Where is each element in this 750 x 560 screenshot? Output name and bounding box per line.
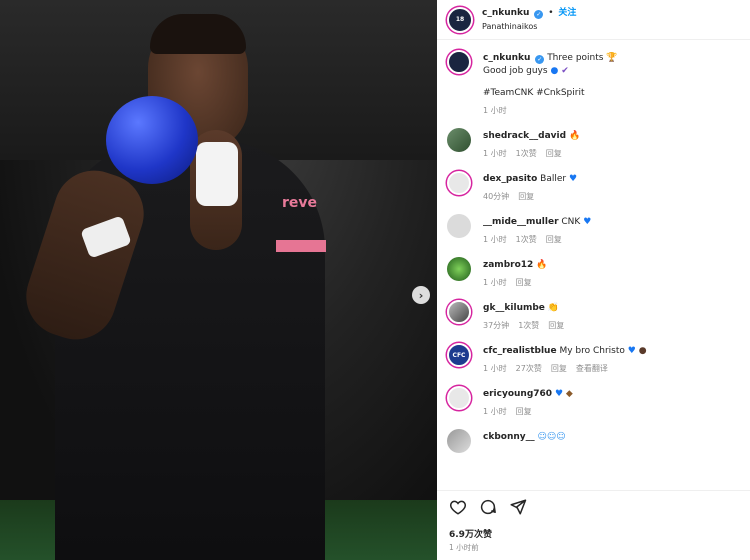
reply-button[interactable]: 回复	[548, 321, 564, 330]
commenter-avatar[interactable]	[447, 257, 471, 281]
commenter-username[interactable]: ericyoung760	[483, 389, 552, 399]
instagram-post-viewer: reve › 18 c_nkunku ✓ • 关注 Panathinaikos	[0, 0, 750, 560]
shirt-sponsor: reve	[282, 195, 318, 211]
comment-time: 1 小时	[483, 278, 507, 287]
clap-emoji-icon: 👏	[547, 303, 560, 313]
comment-likes[interactable]: 1次赞	[516, 149, 537, 158]
follow-button[interactable]: 关注	[558, 8, 576, 18]
verified-badge-icon: ✓	[534, 9, 544, 19]
caption-line1: Three points	[547, 53, 604, 63]
reply-button[interactable]: 回复	[518, 192, 534, 201]
like-count[interactable]: 6.9万次赞	[449, 527, 492, 540]
comment-time: 1 小时	[483, 407, 507, 416]
post-side-panel: 18 c_nkunku ✓ • 关注 Panathinaikos c_nkunk…	[437, 0, 750, 560]
comment-row: shedrack__david 🔥 1 小时 1次赞 回复	[447, 128, 740, 160]
caption-row: c_nkunku ✓ Three points 🏆 Good job guys …	[447, 50, 740, 117]
reply-button[interactable]: 回复	[546, 149, 562, 158]
comment-likes[interactable]: 1次赞	[516, 235, 537, 244]
caption-text: c_nkunku ✓ Three points 🏆	[483, 52, 618, 65]
reply-button[interactable]: 回复	[551, 364, 567, 373]
commenter-avatar[interactable]	[447, 300, 471, 324]
commenter-avatar[interactable]: CFC	[447, 343, 471, 367]
blue-heart-icon: ♥	[627, 346, 636, 356]
post-location[interactable]: Panathinaikos	[482, 20, 576, 33]
comment-row: zambro12 🔥 1 小时 回复	[447, 257, 740, 289]
reply-button[interactable]: 回复	[516, 278, 532, 287]
post-time: 1 小时前	[449, 543, 479, 552]
comments-list[interactable]: c_nkunku ✓ Three points 🏆 Good job guys …	[437, 40, 750, 490]
comment-row: CFC cfc_realistblue My bro Christo ♥ ● 1…	[447, 343, 740, 375]
reply-button[interactable]: 回复	[546, 235, 562, 244]
author-avatar[interactable]: 18	[447, 6, 473, 33]
post-actions	[437, 490, 750, 522]
separator-dot: •	[548, 7, 554, 18]
blue-circle-emoji-icon: ●	[550, 66, 559, 76]
fire-emoji-icon: 🔥	[568, 131, 581, 141]
comment-time: 37分钟	[483, 321, 510, 330]
commenter-avatar[interactable]	[447, 429, 471, 453]
caption-hashtags[interactable]: #TeamCNK #CnkSpirit	[483, 87, 618, 100]
next-image-arrow-icon[interactable]: ›	[412, 286, 430, 304]
player-hair	[150, 14, 246, 54]
comment-likes[interactable]: 27次赞	[516, 364, 542, 373]
comment-row: gk__kilumbe 👏 37分钟 1次赞 回复	[447, 300, 740, 332]
sleeve-stripe	[276, 240, 326, 252]
trophy-emoji-icon: 🏆	[606, 53, 618, 63]
blue-heart-icon: ♥	[568, 174, 578, 184]
share-icon[interactable]	[509, 498, 527, 516]
caption-username[interactable]: c_nkunku	[483, 53, 530, 63]
commenter-avatar[interactable]	[447, 214, 471, 238]
post-photo[interactable]: reve	[0, 0, 437, 560]
comment-row: __mide__muller CNK ♥ 1 小时 1次赞 回复	[447, 214, 740, 246]
heart-icon[interactable]	[449, 498, 467, 516]
comment-time: 1 小时	[483, 235, 507, 244]
commenter-username[interactable]: ckbonny__	[483, 432, 535, 442]
commenter-avatar[interactable]	[447, 386, 471, 410]
post-header: 18 c_nkunku ✓ • 关注 Panathinaikos	[437, 0, 750, 40]
comment-text: My bro Christo	[559, 346, 625, 356]
comment-time: 1 小时	[483, 149, 507, 158]
comment-row: dex_pasito Baller ♥ 40分钟 回复	[447, 171, 740, 203]
commenter-username[interactable]: dex_pasito	[483, 174, 537, 184]
fire-emoji-icon: 🔥	[536, 260, 548, 270]
blue-balloon	[106, 96, 198, 184]
avatar-number: 18	[455, 16, 465, 23]
bird-emoji-icon: ◆	[565, 389, 573, 399]
comment-time: 1 小时	[483, 364, 507, 373]
commenter-username[interactable]: cfc_realistblue	[483, 346, 557, 356]
comment-text: Baller	[540, 174, 567, 184]
fist-emoji-icon: ●	[638, 346, 647, 356]
comment-text: CNK	[561, 217, 581, 227]
blue-heart-icon: ♥	[554, 389, 564, 399]
wrist-tape-right	[196, 142, 238, 206]
author-username[interactable]: c_nkunku	[482, 8, 529, 18]
caption-time: 1 小时	[483, 106, 507, 115]
commenter-avatar[interactable]	[447, 128, 471, 152]
comment-likes[interactable]: 1次赞	[518, 321, 539, 330]
comment-time: 40分钟	[483, 192, 510, 201]
comment-row: ericyoung760 ♥ ◆ 1 小时 回复	[447, 386, 740, 418]
author-meta: c_nkunku ✓ • 关注 Panathinaikos	[482, 7, 576, 33]
verified-badge-icon: ✓	[535, 55, 545, 64]
comment-icon[interactable]	[479, 498, 497, 516]
commenter-avatar[interactable]	[447, 171, 471, 195]
caption-line2-row: Good job guys ● ✔	[483, 65, 618, 78]
commenter-username[interactable]: shedrack__david	[483, 131, 566, 141]
reply-button[interactable]: 回复	[516, 407, 532, 416]
caption-avatar[interactable]	[447, 50, 471, 74]
smile-emoji-icon: ☺☺☺	[537, 432, 566, 442]
commenter-username[interactable]: zambro12	[483, 260, 533, 270]
comment-row: ckbonny__ ☺☺☺	[447, 429, 740, 453]
caption-line2: Good job guys	[483, 66, 548, 76]
check-emoji-icon: ✔	[561, 66, 569, 76]
blue-heart-icon: ♥	[583, 217, 592, 227]
commenter-username[interactable]: gk__kilumbe	[483, 303, 545, 313]
translate-button[interactable]: 查看翻译	[576, 364, 608, 373]
commenter-username[interactable]: __mide__muller	[483, 217, 559, 227]
